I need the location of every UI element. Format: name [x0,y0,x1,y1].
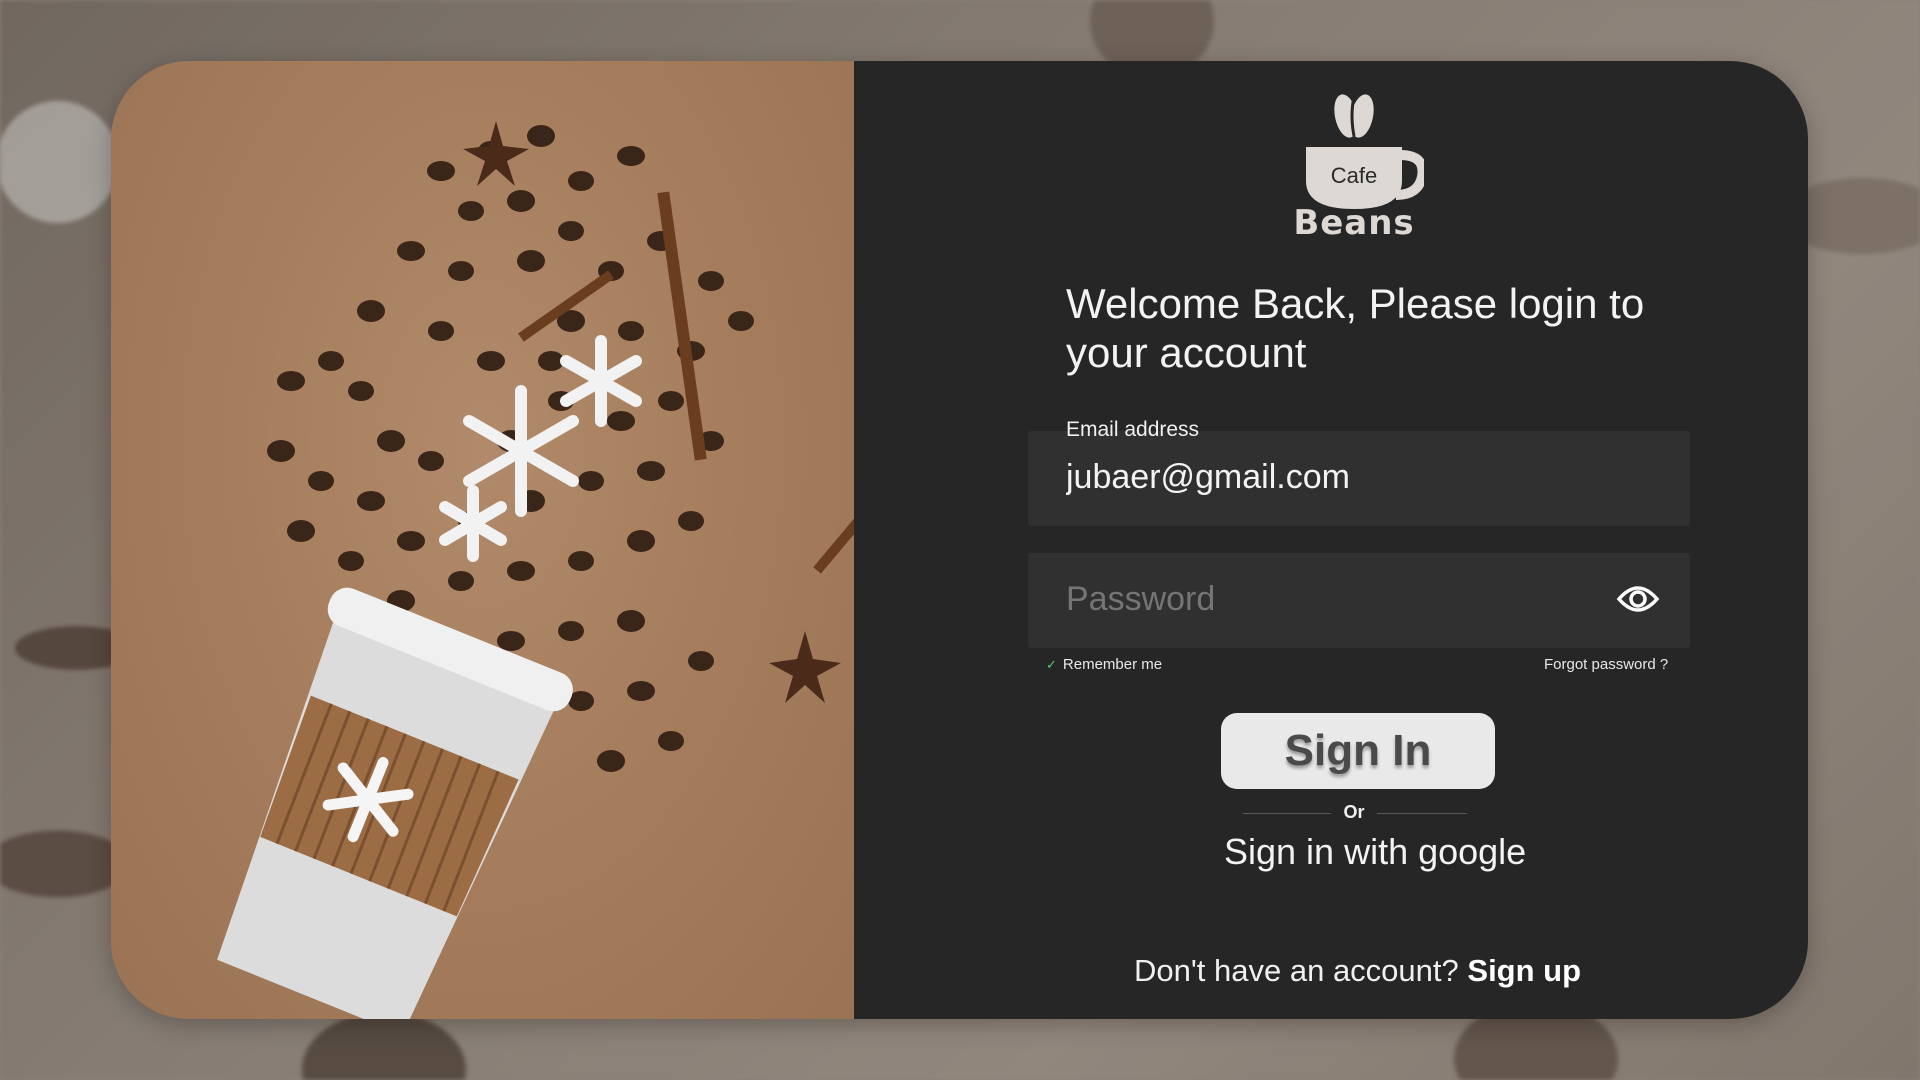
remember-me-checkbox[interactable]: ✓ Remember me [1046,656,1162,673]
signup-row: Don't have an account? Sign up [1134,953,1581,989]
signup-link[interactable]: Sign up [1467,953,1581,988]
divider-line-left [1243,813,1331,814]
logo-beans-text: Beans [1293,203,1415,243]
email-field[interactable] [1028,431,1690,526]
google-sign-in-link[interactable]: Sign in with google [1224,831,1526,873]
sign-in-button[interactable]: Sign In [1221,713,1495,789]
cafe-beans-logo: Cafe Beans [1284,91,1424,243]
forgot-password-link[interactable]: Forgot password ? [1544,656,1668,673]
welcome-heading: Welcome Back, Please login to your accou… [1066,280,1645,376]
email-label: Email address [1066,418,1200,441]
password-input[interactable] [1066,580,1626,619]
email-input[interactable] [1066,458,1626,497]
remember-me-label: Remember me [1062,656,1163,673]
logo-cafe-text: Cafe [1330,163,1378,188]
coffee-illustration [217,121,854,1019]
eye-icon[interactable] [1616,581,1660,617]
divider-line-right [1377,813,1467,814]
divider-or-text: Or [1343,802,1365,822]
login-card: Cafe Beans Welcome Back, Please login to… [111,61,1808,1019]
login-form-panel: Cafe Beans Welcome Back, Please login to… [854,61,1808,1019]
coffee-photo [111,61,854,1019]
password-field[interactable] [1028,553,1690,648]
check-icon: ✓ [1046,656,1057,672]
signup-prompt: Don't have an account? [1134,953,1459,988]
